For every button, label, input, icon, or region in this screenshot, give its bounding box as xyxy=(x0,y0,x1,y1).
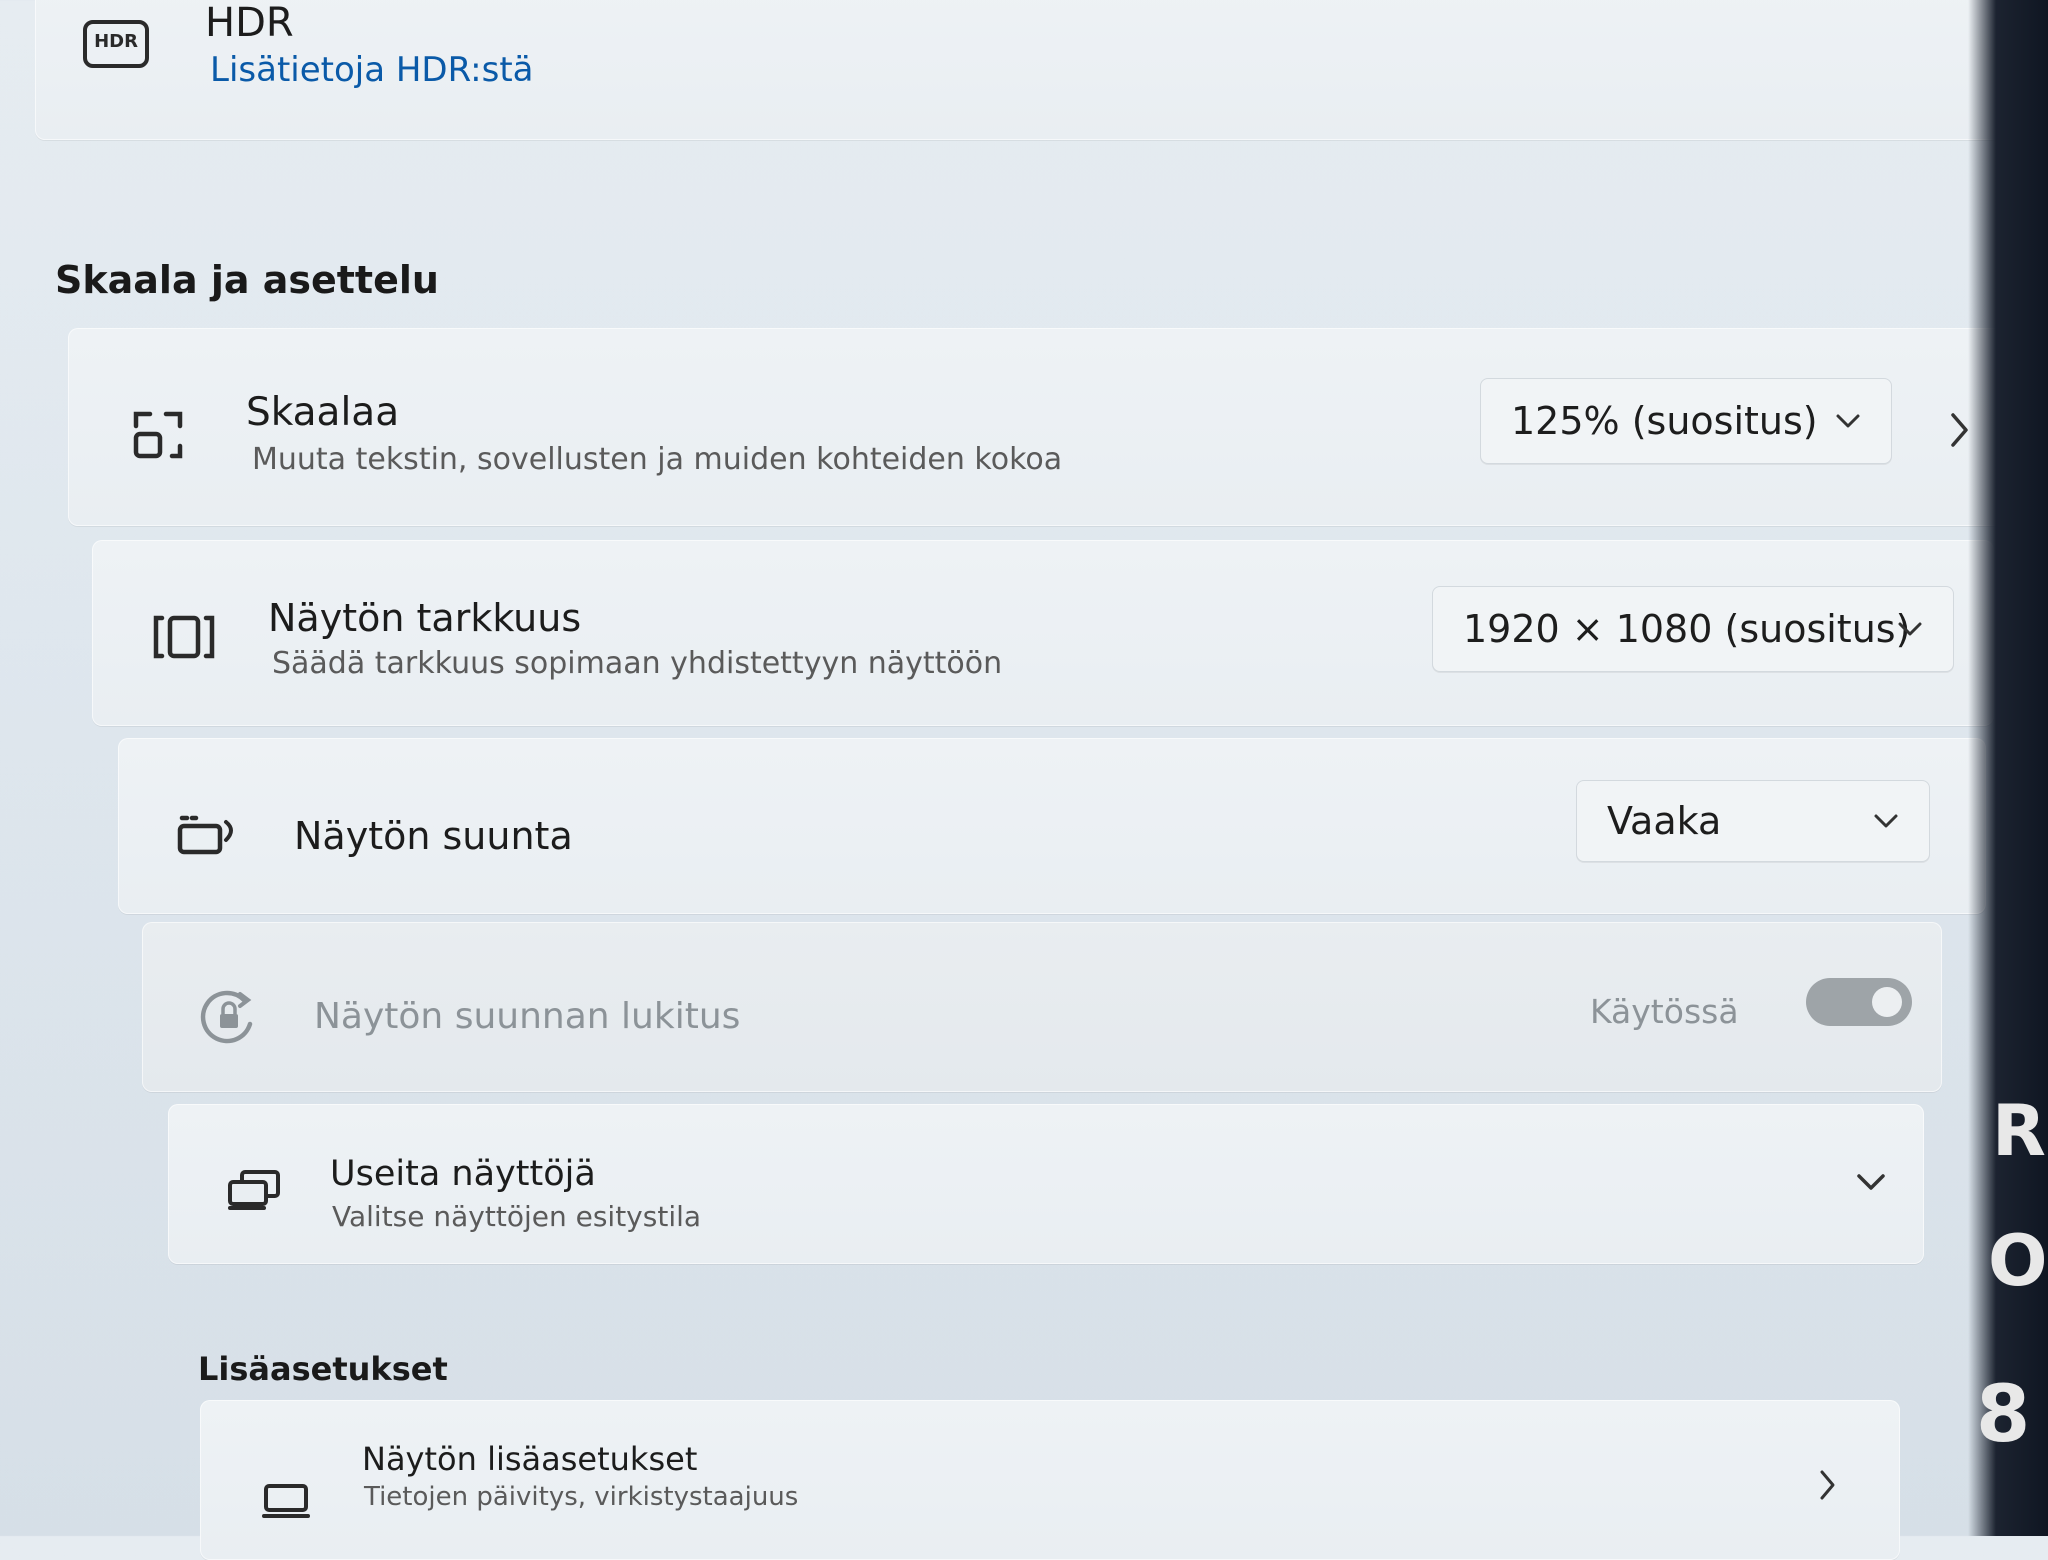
advanced-display-title: Näytön lisäasetukset xyxy=(362,1440,698,1478)
multiple-displays-title: Useita näyttöjä xyxy=(330,1154,596,1194)
chevron-down-icon[interactable] xyxy=(1856,1172,1886,1192)
resolution-dropdown-value: 1920 × 1080 (suositus) xyxy=(1463,607,1911,651)
scale-subtitle: Muuta tekstin, sovellusten ja muiden koh… xyxy=(252,442,1063,477)
rotation-lock-icon xyxy=(200,990,253,1044)
section-title-advanced: Lisäasetukset xyxy=(198,1350,448,1388)
orientation-dropdown[interactable]: Vaaka xyxy=(1576,780,1930,862)
rotation-lock-state: Käytössä xyxy=(1590,992,1739,1031)
chevron-down-icon xyxy=(1898,622,1922,636)
multiple-displays-subtitle: Valitse näyttöjen esitystila xyxy=(332,1200,702,1233)
resolution-card[interactable]: Näytön tarkkuus Säädä tarkkuus sopimaan … xyxy=(92,540,1994,726)
rotation-lock-toggle xyxy=(1806,978,1912,1026)
hdr-learn-more-link[interactable]: Lisätietoja HDR:stä xyxy=(210,50,534,90)
monitor-icon xyxy=(262,1484,310,1518)
chevron-down-icon xyxy=(1874,814,1898,828)
chevron-down-icon xyxy=(1836,414,1860,428)
bezel-glyph-1: R xyxy=(1992,1090,2046,1172)
bezel-glyph-2: O xyxy=(1988,1220,2048,1302)
scale-card[interactable]: Skaalaa Muuta tekstin, sovellusten ja mu… xyxy=(68,328,2018,526)
bezel-glyph-3: 8 xyxy=(1976,1370,2031,1460)
scale-title: Skaalaa xyxy=(246,390,400,435)
orientation-dropdown-value: Vaaka xyxy=(1607,799,1722,843)
rotation-lock-card: Näytön suunnan lukitus Käytössä xyxy=(142,922,1942,1092)
toggle-knob xyxy=(1872,987,1902,1017)
advanced-display-card[interactable]: Näytön lisäasetukset Tietojen päivitys, … xyxy=(200,1400,1900,1560)
section-title-scale-layout: Skaala ja asettelu xyxy=(55,258,439,302)
multiple-displays-card[interactable]: Useita näyttöjä Valitse näyttöjen esitys… xyxy=(168,1104,1924,1264)
hdr-title: HDR xyxy=(205,0,294,46)
advanced-display-subtitle: Tietojen päivitys, virkistystaajuus xyxy=(364,1482,799,1512)
scale-icon xyxy=(133,411,183,459)
hdr-icon: HDR xyxy=(83,20,149,68)
resolution-title: Näytön tarkkuus xyxy=(268,596,582,640)
orientation-card[interactable]: Näytön suunta Vaaka xyxy=(118,738,1986,914)
orientation-icon xyxy=(177,815,233,855)
resolution-dropdown[interactable]: 1920 × 1080 (suositus) xyxy=(1432,586,1954,672)
chevron-right-icon[interactable] xyxy=(1816,1468,1840,1502)
scale-dropdown[interactable]: 125% (suositus) xyxy=(1480,378,1892,464)
rotation-lock-title: Näytön suunnan lukitus xyxy=(314,996,741,1037)
resolution-subtitle: Säädä tarkkuus sopimaan yhdistettyyn näy… xyxy=(272,646,1003,681)
multiple-displays-icon xyxy=(228,1170,280,1210)
hdr-card[interactable]: HDR HDR Lisätietoja HDR:stä xyxy=(35,0,2048,140)
orientation-title: Näytön suunta xyxy=(294,814,573,858)
resolution-icon xyxy=(153,615,215,659)
device-bezel: R O 8 xyxy=(1968,0,2048,1536)
hdr-icon-text: HDR xyxy=(94,31,138,52)
scale-dropdown-value: 125% (suositus) xyxy=(1511,399,1818,443)
